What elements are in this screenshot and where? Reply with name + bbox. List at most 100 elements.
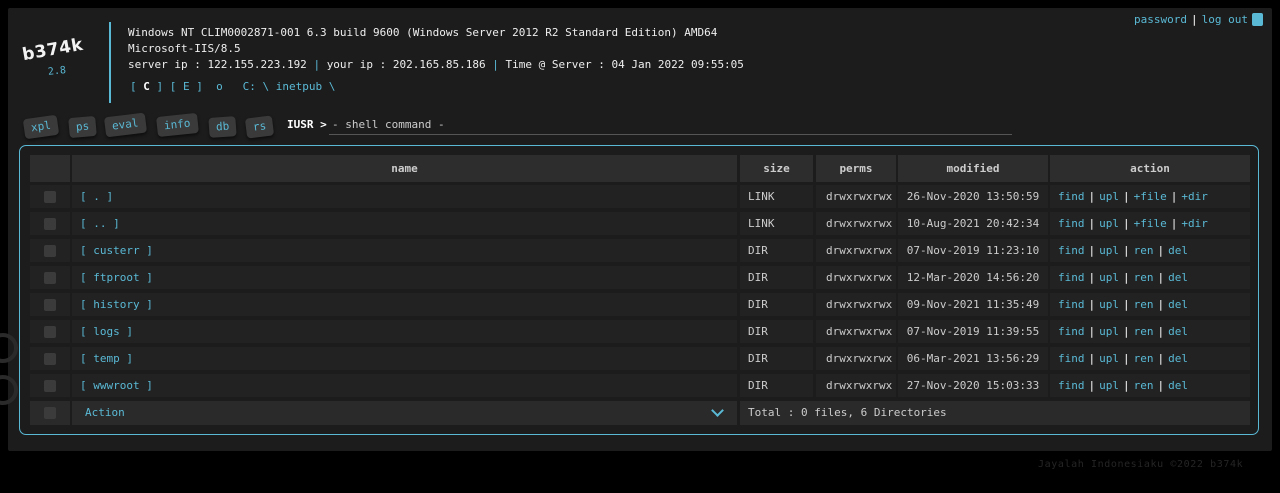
separator: |: [1157, 325, 1165, 338]
select-all-checkbox[interactable]: [44, 407, 56, 419]
bulk-action-select[interactable]: Action: [80, 403, 735, 423]
separator: |: [1088, 190, 1096, 203]
action-link[interactable]: +file: [1134, 190, 1167, 203]
separator: |: [1088, 325, 1096, 338]
file-perms: drwxrwxrwx: [816, 320, 896, 343]
file-size: DIR: [740, 266, 813, 289]
row-checkbox[interactable]: [44, 191, 56, 203]
file-name-link[interactable]: [ . ]: [80, 190, 113, 203]
action-link[interactable]: find: [1058, 325, 1085, 338]
bracket: [: [130, 80, 137, 93]
copyright-text: Jayalah Indonesiaku ©2022 b374k: [1038, 459, 1244, 470]
action-link[interactable]: upl: [1099, 298, 1119, 311]
drive-c-link[interactable]: C: [143, 80, 150, 93]
top-links: password | log out: [1134, 12, 1263, 27]
home-link[interactable]: o: [216, 80, 223, 93]
action-link[interactable]: del: [1168, 325, 1188, 338]
tab-ps[interactable]: ps: [68, 115, 98, 139]
file-name-cell: [ custerr ]: [72, 239, 737, 262]
header-action: action: [1050, 155, 1250, 182]
file-perms: drwxrwxrwx: [816, 239, 896, 262]
file-name-link[interactable]: [ custerr ]: [80, 244, 153, 257]
header-perms[interactable]: perms: [816, 155, 896, 182]
action-link[interactable]: +dir: [1181, 217, 1208, 230]
file-modified: 07-Nov-2019 11:23:10: [898, 239, 1048, 262]
row-checkbox[interactable]: [44, 218, 56, 230]
action-link[interactable]: +file: [1134, 217, 1167, 230]
action-link[interactable]: ren: [1134, 379, 1154, 392]
file-modified: 26-Nov-2020 13:50:59: [898, 185, 1048, 208]
file-name-cell: [ wwwroot ]: [72, 374, 737, 397]
action-link[interactable]: del: [1168, 379, 1188, 392]
action-link[interactable]: find: [1058, 271, 1085, 284]
row-checkbox[interactable]: [44, 326, 56, 338]
prompt-user-label: IUSR >: [287, 118, 327, 131]
file-name-link[interactable]: [ ftproot ]: [80, 271, 153, 284]
action-link[interactable]: upl: [1099, 217, 1119, 230]
shell-command-input[interactable]: [329, 114, 1012, 135]
action-link[interactable]: +dir: [1181, 190, 1208, 203]
header-size[interactable]: size: [740, 155, 813, 182]
action-link[interactable]: del: [1168, 352, 1188, 365]
action-link[interactable]: del: [1168, 298, 1188, 311]
separator: |: [1190, 13, 1198, 26]
action-link[interactable]: ren: [1134, 271, 1154, 284]
action-link[interactable]: del: [1168, 244, 1188, 257]
row-checkbox[interactable]: [44, 380, 56, 392]
action-link[interactable]: find: [1058, 244, 1085, 257]
action-link[interactable]: upl: [1099, 244, 1119, 257]
logout-link[interactable]: log out: [1202, 13, 1248, 26]
file-name-cell: [ . ]: [72, 185, 737, 208]
header-modified[interactable]: modified: [898, 155, 1048, 182]
action-link[interactable]: ren: [1134, 244, 1154, 257]
action-link[interactable]: ren: [1134, 298, 1154, 311]
file-size: DIR: [740, 293, 813, 316]
file-actions: find | upl | ren | del: [1050, 293, 1250, 316]
action-link[interactable]: upl: [1099, 379, 1119, 392]
action-link[interactable]: find: [1058, 379, 1085, 392]
row-checkbox[interactable]: [44, 353, 56, 365]
file-name-link[interactable]: [ logs ]: [80, 325, 133, 338]
action-link[interactable]: find: [1058, 352, 1085, 365]
file-name-link[interactable]: [ .. ]: [80, 217, 120, 230]
drive-e-link[interactable]: E: [183, 80, 190, 93]
password-link[interactable]: password: [1134, 13, 1187, 26]
row-checkbox[interactable]: [44, 272, 56, 284]
row-checkbox[interactable]: [44, 245, 56, 257]
tab-info[interactable]: info: [156, 112, 199, 138]
row-select-cell: [30, 293, 70, 316]
separator: |: [492, 58, 499, 71]
current-path-link[interactable]: C: \ inetpub \: [243, 80, 336, 93]
action-link[interactable]: ren: [1134, 352, 1154, 365]
separator: |: [1157, 244, 1165, 257]
row-select-cell: [30, 347, 70, 370]
file-perms: drwxrwxrwx: [816, 374, 896, 397]
separator: |: [1123, 190, 1130, 203]
action-link[interactable]: del: [1168, 271, 1188, 284]
header-name[interactable]: name: [72, 155, 737, 182]
action-link[interactable]: ren: [1134, 325, 1154, 338]
action-link[interactable]: upl: [1099, 190, 1119, 203]
row-select-cell: [30, 239, 70, 262]
system-info: Windows NT CLIM0002871-001 6.3 build 960…: [128, 25, 744, 73]
settings-icon[interactable]: [1251, 12, 1263, 26]
row-select-cell: [30, 320, 70, 343]
action-link[interactable]: find: [1058, 217, 1085, 230]
bracket: ]: [156, 80, 164, 93]
row-checkbox[interactable]: [44, 299, 56, 311]
file-name-link[interactable]: [ wwwroot ]: [80, 379, 153, 392]
action-link[interactable]: find: [1058, 190, 1085, 203]
tab-rs[interactable]: rs: [244, 115, 275, 139]
file-modified: 06-Mar-2021 13:56:29: [898, 347, 1048, 370]
tab-db[interactable]: db: [208, 116, 237, 138]
action-link[interactable]: upl: [1099, 325, 1119, 338]
action-link[interactable]: find: [1058, 298, 1085, 311]
file-name-link[interactable]: [ temp ]: [80, 352, 133, 365]
separator: |: [1157, 271, 1165, 284]
file-name-link[interactable]: [ history ]: [80, 298, 153, 311]
row-select-cell: [30, 374, 70, 397]
action-link[interactable]: upl: [1099, 352, 1119, 365]
action-link[interactable]: upl: [1099, 271, 1119, 284]
file-actions: find | upl | ren | del: [1050, 374, 1250, 397]
separator: |: [313, 58, 321, 71]
